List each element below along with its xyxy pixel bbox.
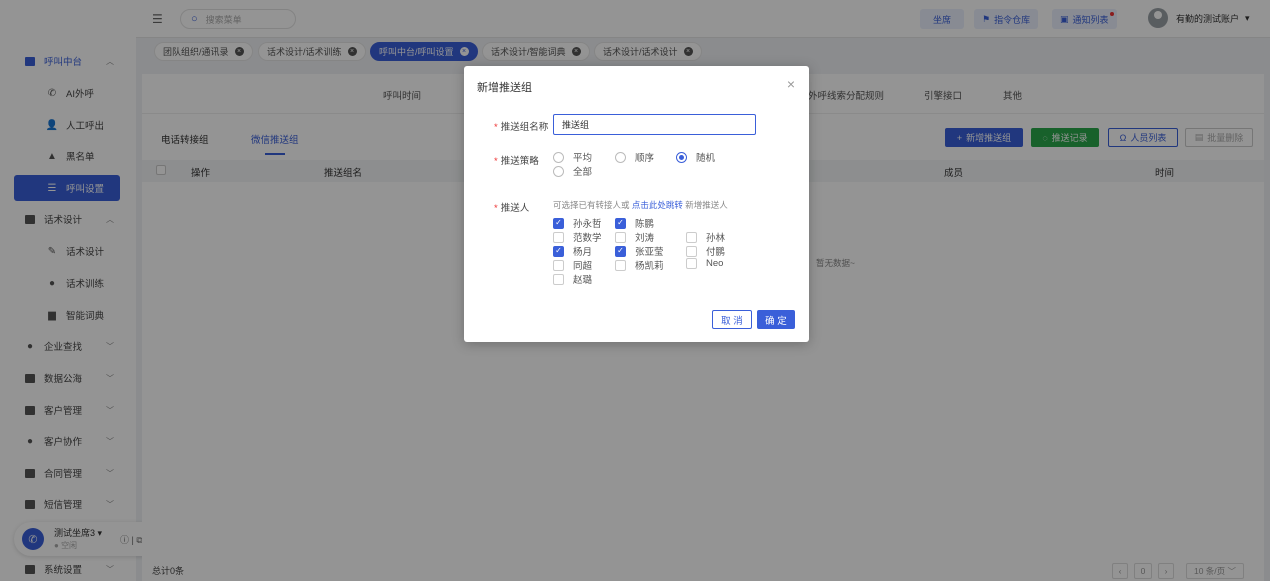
checkbox-box: [553, 231, 564, 243]
person-checkbox[interactable]: 杨凯莉: [615, 258, 664, 272]
close-icon[interactable]: ×: [787, 76, 795, 92]
person-name: 杨凯莉: [635, 261, 664, 272]
hint-prefix: 可选择已有转接人或: [553, 200, 630, 210]
required-mark: *: [494, 122, 498, 133]
person-checkbox[interactable]: 付鹏: [686, 244, 725, 258]
radio-circle: [553, 165, 564, 177]
checkbox-box: [553, 273, 564, 285]
checkbox-box: [686, 245, 697, 257]
radio-circle: [615, 151, 626, 163]
strategy-radio-random[interactable]: 随机: [676, 150, 715, 164]
checkbox-box: [686, 231, 697, 243]
person-checkbox[interactable]: 范数学: [553, 230, 602, 244]
pusher-hint: 可选择已有转接人或 点击此处跳转 新增推送人: [553, 199, 728, 211]
radio-label: 顺序: [635, 153, 655, 164]
strategy-label-text: 推送策略: [500, 156, 539, 167]
pusher-label-text: 推送人: [500, 203, 530, 214]
person-checkbox[interactable]: ✓ 陈鹏: [615, 216, 654, 230]
person-name: 张亚莹: [635, 247, 664, 258]
person-name: 陈鹏: [635, 219, 655, 230]
required-mark: *: [494, 203, 498, 214]
person-checkbox[interactable]: ✓ 孙永哲: [553, 216, 602, 230]
radio-label: 全部: [573, 167, 593, 178]
person-name: Neo: [706, 258, 724, 269]
confirm-button[interactable]: 确 定: [757, 310, 795, 329]
group-name-input[interactable]: [553, 114, 756, 135]
check-icon: ✓: [553, 217, 564, 229]
checkbox-box: [686, 258, 697, 269]
person-name: 杨月: [573, 247, 593, 258]
check-icon: ✓: [553, 245, 564, 257]
checkbox-box: [615, 231, 626, 243]
dialog-title: 新增推送组: [477, 82, 532, 94]
jump-link[interactable]: 点击此处跳转: [632, 200, 683, 210]
person-checkbox[interactable]: ✓ 杨月: [553, 244, 592, 258]
group-name-label-text: 推送组名称: [500, 122, 549, 133]
person-name: 付鹏: [706, 247, 726, 258]
strategy-radio-sequential[interactable]: 顺序: [615, 150, 654, 164]
strategy-label: * 推送策略: [494, 153, 539, 167]
radio-circle-selected: [676, 151, 687, 163]
check-icon: ✓: [615, 245, 626, 257]
person-checkbox[interactable]: 孙林: [686, 230, 725, 244]
cancel-button[interactable]: 取 消: [712, 310, 752, 329]
person-checkbox[interactable]: ✓ 张亚莹: [615, 244, 664, 258]
add-push-group-dialog: 新增推送组 × *推送组名称 *推送策略 平均 顺序 随机 全部 *推送人 可选…: [464, 66, 809, 342]
person-checkbox[interactable]: 赵璐: [553, 272, 592, 286]
checkbox-box: [615, 259, 626, 271]
person-checkbox[interactable]: 刘涛: [615, 230, 654, 244]
check-icon: ✓: [615, 217, 626, 229]
radio-label: 随机: [696, 153, 716, 164]
strategy-radio-average[interactable]: 平均: [553, 150, 592, 164]
person-checkbox[interactable]: Neo: [686, 258, 723, 269]
radio-label: 平均: [573, 153, 593, 164]
hint-suffix: 新增推送人: [685, 200, 728, 210]
person-name: 刘涛: [635, 233, 655, 244]
person-name: 赵璐: [573, 275, 593, 286]
person-name: 同超: [573, 261, 593, 272]
checkbox-box: [553, 259, 564, 271]
person-name: 孙林: [706, 233, 726, 244]
person-checkbox[interactable]: 同超: [553, 258, 592, 272]
pusher-label: * 推送人: [494, 200, 529, 214]
strategy-radio-all[interactable]: 全部: [553, 164, 592, 178]
person-name: 孙永哲: [573, 219, 602, 230]
person-name: 范数学: [573, 233, 602, 244]
group-name-label: * 推送组名称: [494, 119, 548, 133]
required-mark: *: [494, 156, 498, 167]
radio-circle: [553, 151, 564, 163]
